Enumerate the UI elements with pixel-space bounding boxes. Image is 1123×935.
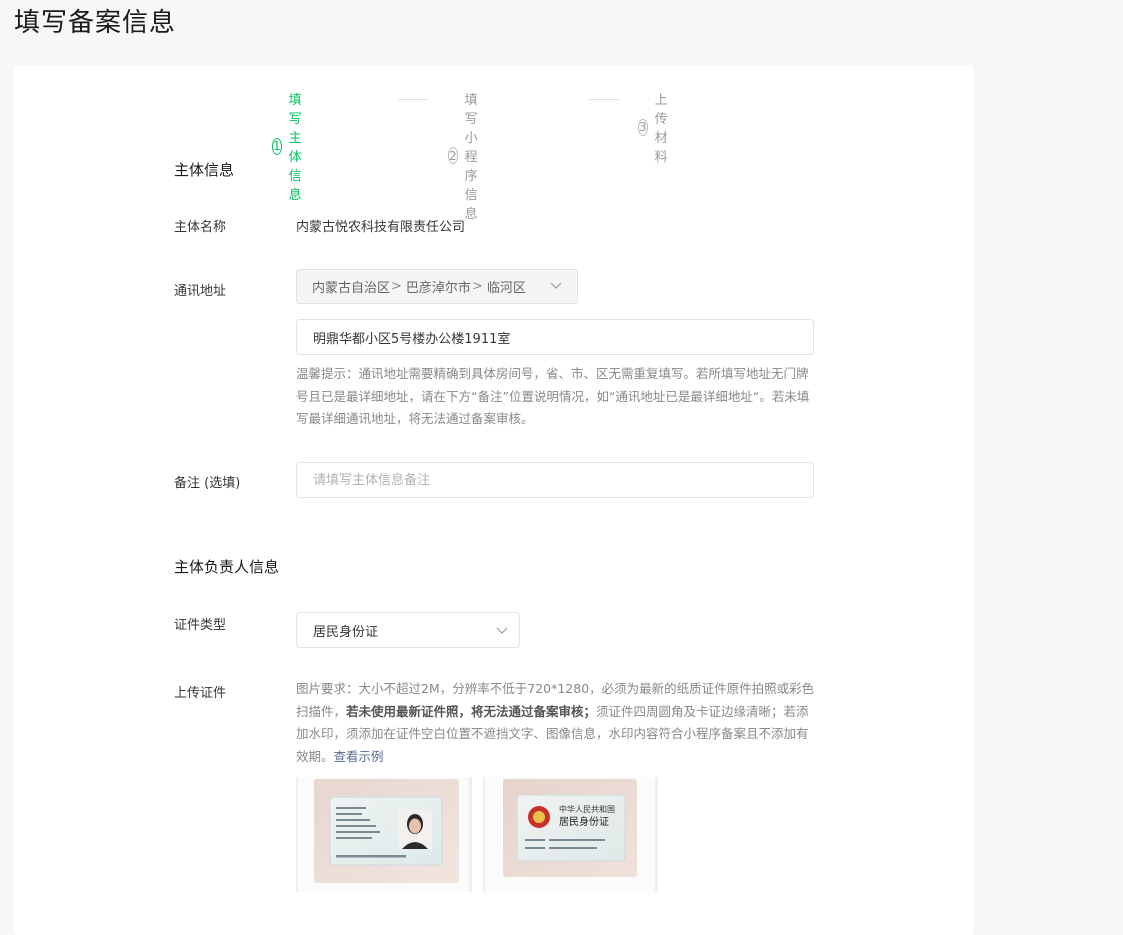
id-type-select[interactable]: 居民身份证 bbox=[296, 612, 520, 648]
step-divider bbox=[589, 99, 619, 100]
address-tip: 温馨提示：通讯地址需要精确到具体房间号，省、市、区无需重复填写。若所填写地址无门… bbox=[296, 366, 810, 426]
step-label: 填写主体信息 bbox=[288, 93, 302, 203]
view-example-link[interactable]: 查看示例 bbox=[334, 749, 384, 764]
id-type-value: 居民身份证 bbox=[313, 624, 379, 640]
sample-id-back[interactable]: 中华人民共和国 居民身份证 bbox=[483, 777, 658, 892]
region-city: 巴彦淖尔市 bbox=[405, 281, 471, 296]
region-district: 临河区 bbox=[486, 281, 526, 296]
step-label: 上传材料 bbox=[654, 93, 668, 165]
national-emblem-icon bbox=[528, 806, 550, 828]
section-title-principal: 主体负责人信息 bbox=[174, 558, 280, 576]
upload-label: 上传证件 bbox=[174, 686, 227, 701]
portrait-image bbox=[398, 809, 432, 849]
region-separator: > bbox=[391, 279, 402, 294]
id-back-title: 中华人民共和国 bbox=[559, 804, 615, 814]
sample-id-front[interactable] bbox=[296, 777, 472, 892]
step-1: 1 填写主体信息 bbox=[272, 89, 309, 203]
step-label: 填写小程序信息 bbox=[464, 93, 478, 222]
upload-tip: 图片要求：大小不超过2M，分辨率不低于720*1280，必须为最新的纸质证件原件… bbox=[296, 678, 816, 768]
address-label: 通讯地址 bbox=[174, 284, 227, 299]
remark-label: 备注 (选填) bbox=[174, 476, 241, 491]
step-2: 2 填写小程序信息 bbox=[448, 89, 485, 222]
step-number: 1 bbox=[272, 137, 282, 155]
section-title-subject: 主体信息 bbox=[174, 161, 235, 179]
region-separator: > bbox=[471, 279, 483, 294]
address-detail-input[interactable] bbox=[296, 319, 814, 355]
region-province: 内蒙古自治区 bbox=[312, 281, 391, 296]
step-divider bbox=[398, 99, 428, 100]
step-number: 2 bbox=[448, 147, 458, 164]
step-3: 3 上传材料 bbox=[638, 89, 675, 165]
id-type-label: 证件类型 bbox=[174, 618, 227, 633]
subject-name-label: 主体名称 bbox=[174, 220, 227, 235]
id-back-subtitle: 居民身份证 bbox=[559, 815, 609, 828]
chevron-down-icon bbox=[550, 282, 562, 289]
upload-tip-warning: 若未使用最新证件照，将无法通过备案审核； bbox=[346, 703, 597, 719]
id-card-front-image bbox=[314, 779, 459, 883]
remark-input[interactable] bbox=[296, 462, 814, 498]
form-card: 1 填写主体信息 2 填写小程序信息 3 上传材料 主体信息 主体名称 内蒙古悦… bbox=[14, 65, 974, 935]
region-select[interactable]: 内蒙古自治区 > 巴彦淖尔市 > 临河区 bbox=[296, 269, 578, 304]
page-title: 填写备案信息 bbox=[14, 8, 177, 38]
id-card-back-image: 中华人民共和国 居民身份证 bbox=[503, 779, 637, 877]
step-number: 3 bbox=[638, 118, 648, 136]
chevron-down-icon bbox=[496, 627, 508, 634]
subject-name-value: 内蒙古悦农科技有限责任公司 bbox=[296, 220, 466, 235]
